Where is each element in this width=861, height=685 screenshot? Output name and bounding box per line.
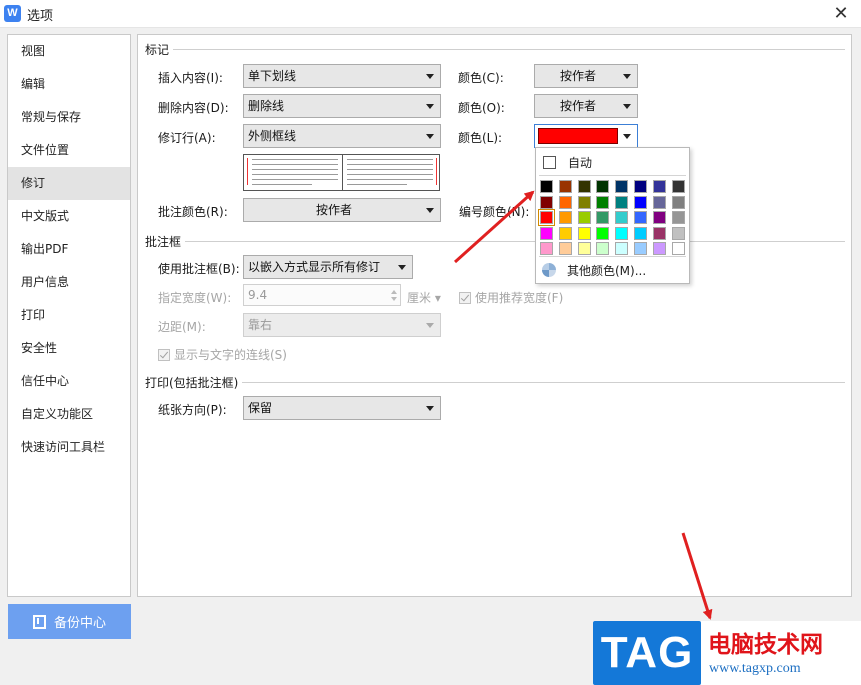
watermark-site-name: 电脑技术网 [708,632,823,658]
annotation-arrows [453,190,713,620]
annotation-arrow-to-palette [453,190,535,264]
site-watermark: TAG 电脑技术网 www.tagxp.com [593,621,861,685]
tag-logo: TAG [593,621,701,685]
watermark-url: www.tagxp.com [709,661,801,676]
annotation-arrow-to-corner [681,532,713,620]
